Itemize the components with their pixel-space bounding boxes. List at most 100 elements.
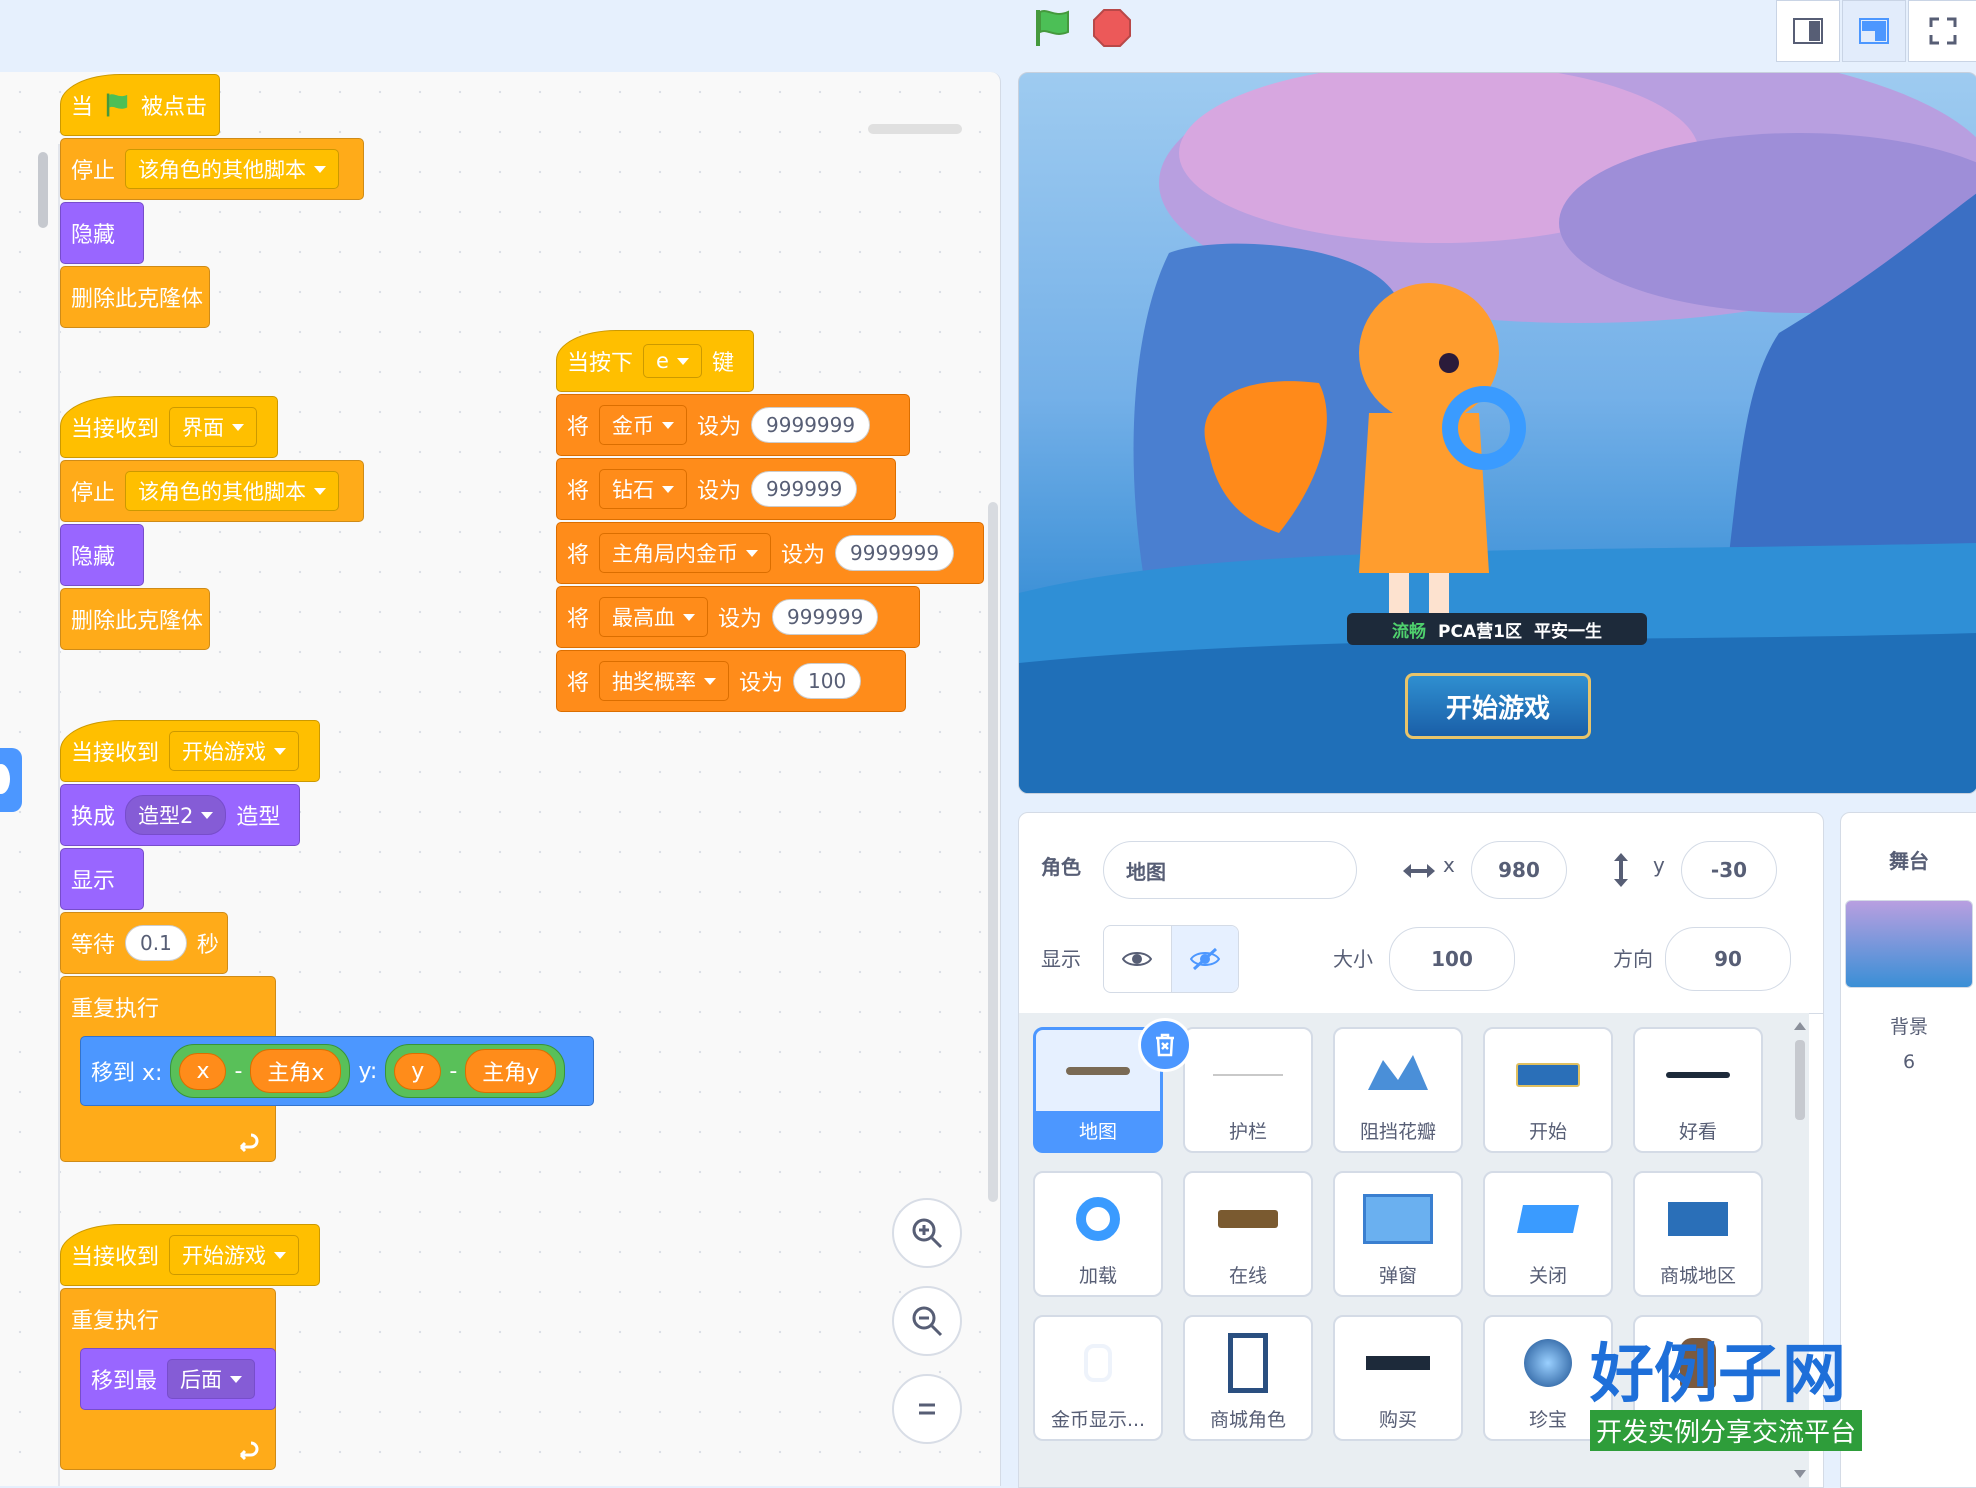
message-dropdown[interactable]: 开始游戏 xyxy=(169,731,300,771)
code-area[interactable]: 当 被点击 停止 该角色的其他脚本 隐藏 删除此克隆体 当接收到 界面 停止 该… xyxy=(0,72,1001,1486)
stop-option-dropdown[interactable]: 该角色的其他脚本 xyxy=(125,149,340,189)
layer-dropdown[interactable]: 后面 xyxy=(167,1359,256,1399)
stop-block[interactable]: 停止 该角色的其他脚本 xyxy=(60,460,364,522)
variable-dropdown[interactable]: 钻石 xyxy=(599,469,688,509)
when-receive-block[interactable]: 当接收到 界面 xyxy=(60,396,278,458)
sprite-tile[interactable]: 商城地区 xyxy=(1633,1171,1763,1297)
when-receive-block[interactable]: 当接收到 开始游戏 xyxy=(60,720,320,782)
sprite-info: 角色 地图 x 980 y -30 显示 大小 100 方向 90 xyxy=(1019,813,1823,1014)
delete-sprite-button[interactable] xyxy=(1138,1018,1192,1072)
small-stage-button[interactable] xyxy=(1776,0,1840,62)
message-dropdown[interactable]: 界面 xyxy=(169,407,258,447)
show-block[interactable]: 显示 xyxy=(60,848,144,910)
sprite-tile[interactable]: 护栏 xyxy=(1183,1027,1313,1153)
direction-input[interactable]: 90 xyxy=(1665,927,1791,991)
stop-block[interactable]: 停止 该角色的其他脚本 xyxy=(60,138,364,200)
sprite-tile[interactable]: 加载 xyxy=(1033,1171,1163,1297)
when-key-pressed-block[interactable]: 当按下 e 键 xyxy=(556,330,754,392)
sprite-tile[interactable]: 在线 xyxy=(1183,1171,1313,1297)
delete-clone-block[interactable]: 删除此克隆体 xyxy=(60,588,210,650)
watermark-title: 好例子网 xyxy=(1590,1338,1846,1412)
fullscreen-icon xyxy=(1929,17,1957,45)
value-input[interactable]: 9999999 xyxy=(751,407,871,443)
variable-reporter[interactable]: 主角y xyxy=(465,1049,557,1093)
sprite-tile[interactable]: 商城角色 xyxy=(1183,1315,1313,1441)
block-text: 移到 x: xyxy=(91,1061,163,1086)
set-variable-block[interactable]: 将 抽奖概率 设为 100 xyxy=(556,650,906,712)
sprite-tile[interactable]: 关闭 xyxy=(1483,1171,1613,1297)
costume-dropdown[interactable]: 造型2 xyxy=(125,795,227,835)
variable-reporter[interactable]: x xyxy=(179,1052,227,1090)
message-dropdown[interactable]: 开始游戏 xyxy=(169,1235,300,1275)
hide-block[interactable]: 隐藏 xyxy=(60,524,144,586)
value-input[interactable]: 100 xyxy=(793,663,862,699)
value-input[interactable]: 9999999 xyxy=(835,535,955,571)
value-input[interactable]: 999999 xyxy=(772,599,879,635)
zoom-in-button[interactable] xyxy=(892,1198,962,1268)
normal-stage-button[interactable] xyxy=(1842,0,1906,62)
key-dropdown[interactable]: e xyxy=(643,344,702,378)
hide-block[interactable]: 隐藏 xyxy=(60,202,144,264)
sprite-tile[interactable]: 金币显示... xyxy=(1033,1315,1163,1441)
show-button[interactable] xyxy=(1104,926,1172,992)
variable-dropdown[interactable]: 主角局内金币 xyxy=(599,533,772,573)
watermark-subtitle: 开发实例分享交流平台 xyxy=(1590,1410,1863,1451)
subtract-operator[interactable]: x - 主角x xyxy=(170,1044,351,1098)
wait-block[interactable]: 等待 0.1 秒 xyxy=(60,912,228,974)
sprite-tile[interactable]: 弹窗 xyxy=(1333,1171,1463,1297)
eye-slash-icon xyxy=(1189,947,1220,971)
x-input[interactable]: 980 xyxy=(1471,841,1567,899)
go-to-layer-block[interactable]: 移到最 后面 xyxy=(80,1348,276,1410)
fullscreen-button[interactable] xyxy=(1908,0,1976,62)
sprite-tile[interactable]: 开始 xyxy=(1483,1027,1613,1153)
set-variable-block[interactable]: 将 最高血 设为 999999 xyxy=(556,586,920,648)
variable-dropdown[interactable]: 最高血 xyxy=(599,597,709,637)
when-flag-clicked-block[interactable]: 当 被点击 xyxy=(60,74,220,136)
set-variable-block[interactable]: 将 主角局内金币 设为 9999999 xyxy=(556,522,984,584)
block-text: 当按下 xyxy=(567,351,634,376)
extension-tab[interactable] xyxy=(0,748,22,812)
size-input[interactable]: 100 xyxy=(1389,927,1515,991)
backdrop-thumbnail[interactable] xyxy=(1845,900,1973,988)
hide-button[interactable] xyxy=(1171,926,1238,992)
loop-arrow-icon xyxy=(239,1133,259,1153)
code-vertical-scrollbar[interactable] xyxy=(988,502,998,1202)
variable-dropdown[interactable]: 抽奖概率 xyxy=(599,661,730,701)
zoom-out-button[interactable] xyxy=(892,1286,962,1356)
variable-dropdown[interactable]: 金币 xyxy=(599,405,688,445)
sprite-name-input[interactable]: 地图 xyxy=(1103,841,1357,899)
y-input[interactable]: -30 xyxy=(1681,841,1777,899)
wait-seconds-input[interactable]: 0.1 xyxy=(125,925,187,961)
when-receive-block[interactable]: 当接收到 开始游戏 xyxy=(60,1224,320,1286)
sprite-tile[interactable]: 好看 xyxy=(1633,1027,1763,1153)
green-flag-icon[interactable] xyxy=(1030,6,1074,50)
subtract-operator[interactable]: y - 主角y xyxy=(385,1044,566,1098)
server-slogan: 平安一生 xyxy=(1533,621,1602,642)
sprite-thumbnail xyxy=(1350,1183,1446,1255)
block-text: 造型 xyxy=(236,805,281,830)
value-input[interactable]: 999999 xyxy=(751,471,858,507)
stop-option-dropdown[interactable]: 该角色的其他脚本 xyxy=(125,471,340,511)
stage-canvas[interactable]: 流畅 PCA营1区 平安一生 开始游戏 xyxy=(1018,72,1976,794)
operator-text: - xyxy=(449,1058,458,1084)
show-label: 显示 xyxy=(1041,947,1081,971)
start-game-button[interactable]: 开始游戏 xyxy=(1405,673,1591,739)
sprite-thumbnail xyxy=(1200,1327,1296,1399)
variable-reporter[interactable]: y xyxy=(394,1052,442,1090)
top-bar xyxy=(0,0,1976,72)
set-variable-block[interactable]: 将 金币 设为 9999999 xyxy=(556,394,910,456)
block-text: 停止 xyxy=(71,481,116,506)
sprite-name: 开始 xyxy=(1528,1121,1567,1143)
left-scrollbar[interactable] xyxy=(38,152,48,228)
delete-clone-block[interactable]: 删除此克隆体 xyxy=(60,266,210,328)
set-variable-block[interactable]: 将 钻石 设为 999999 xyxy=(556,458,896,520)
variable-reporter[interactable]: 主角x xyxy=(250,1049,342,1093)
sprite-tile[interactable]: 购买 xyxy=(1333,1315,1463,1441)
direction-label: 方向 xyxy=(1613,947,1653,971)
sprite-tile[interactable]: 阻挡花瓣 xyxy=(1333,1027,1463,1153)
sprite-thumbnail xyxy=(1350,1327,1446,1399)
goto-xy-block[interactable]: 移到 x: x - 主角x y: y - 主角y xyxy=(80,1036,594,1106)
switch-costume-block[interactable]: 换成 造型2 造型 xyxy=(60,784,300,846)
stop-icon[interactable] xyxy=(1092,8,1132,48)
zoom-reset-button[interactable] xyxy=(892,1374,962,1444)
